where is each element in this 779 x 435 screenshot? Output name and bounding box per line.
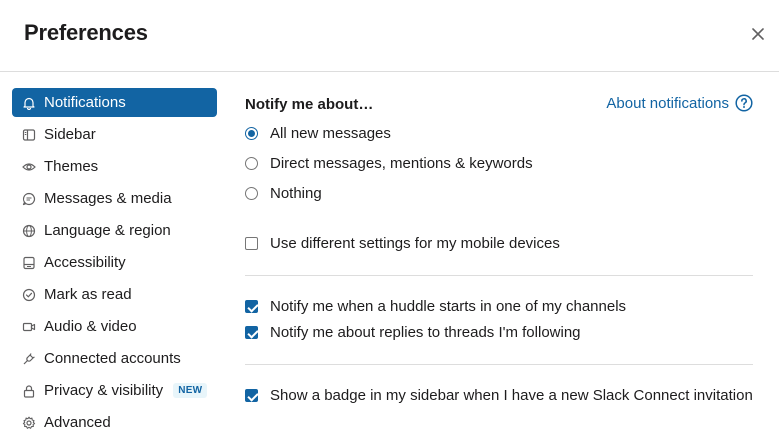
radio-label: Direct messages, mentions & keywords <box>270 155 533 172</box>
close-icon <box>752 28 764 40</box>
sidebar-item-label: Privacy & visibility <box>44 382 164 399</box>
notify-option-all[interactable]: All new messages <box>245 125 391 142</box>
notify-option-nothing[interactable]: Nothing <box>245 185 322 202</box>
sidebar-item-label: Sidebar <box>44 126 96 143</box>
radio-direct-mentions-keywords[interactable] <box>245 157 258 170</box>
checkbox-label: Use different settings for my mobile dev… <box>270 235 560 252</box>
divider <box>245 275 753 276</box>
globe-icon <box>22 224 36 238</box>
message-icon <box>22 192 36 206</box>
badge-setting-row[interactable]: Show a badge in my sidebar when I have a… <box>245 387 753 404</box>
about-notifications-label: About notifications <box>606 94 729 112</box>
sidebar-item-label: Audio & video <box>44 318 137 335</box>
sidebar-item-language-region[interactable]: Language & region <box>12 216 217 245</box>
sidebar-item-label: Language & region <box>44 222 171 239</box>
sidebar-item-messages-media[interactable]: Messages & media <box>12 184 217 213</box>
page-title: Preferences <box>24 20 148 45</box>
radio-label: All new messages <box>270 125 391 142</box>
sidebar-item-connected-accounts[interactable]: Connected accounts <box>12 344 217 373</box>
close-button[interactable] <box>744 20 772 48</box>
checkbox-label: Show a badge in my sidebar when I have a… <box>270 387 753 404</box>
preferences-sidebar: Notifications Sidebar Themes Messages & … <box>12 88 217 435</box>
lock-icon <box>22 384 36 398</box>
sidebar-item-advanced[interactable]: Advanced <box>12 408 217 435</box>
gear-icon <box>22 416 36 430</box>
sidebar-item-label: Mark as read <box>44 286 132 303</box>
about-notifications-link[interactable]: About notifications <box>606 94 753 112</box>
sidebar-item-privacy-visibility[interactable]: Privacy & visibility NEW <box>12 376 217 405</box>
sidebar-item-sidebar[interactable]: Sidebar <box>12 120 217 149</box>
bell-icon <box>22 96 36 110</box>
huddle-setting-row[interactable]: Notify me when a huddle starts in one of… <box>245 298 626 315</box>
mobile-setting-row[interactable]: Use different settings for my mobile dev… <box>245 235 560 252</box>
plug-icon <box>22 352 36 366</box>
sidebar-item-label: Notifications <box>44 94 126 111</box>
radio-label: Nothing <box>270 185 322 202</box>
sidebar-item-label: Accessibility <box>44 254 126 271</box>
threads-checkbox[interactable] <box>245 326 258 339</box>
sidebar-item-label: Themes <box>44 158 99 175</box>
help-circle-icon <box>735 94 753 112</box>
check-circle-icon <box>22 288 36 302</box>
notify-option-direct[interactable]: Direct messages, mentions & keywords <box>245 155 533 172</box>
sidebar-item-label: Connected accounts <box>44 350 181 367</box>
sidebar-item-label: Messages & media <box>44 190 172 207</box>
new-badge: NEW <box>173 383 208 398</box>
checkbox-label: Notify me about replies to threads I'm f… <box>270 324 581 341</box>
threads-setting-row[interactable]: Notify me about replies to threads I'm f… <box>245 324 581 341</box>
mobile-settings-checkbox[interactable] <box>245 237 258 250</box>
sidebar-item-mark-as-read[interactable]: Mark as read <box>12 280 217 309</box>
video-icon <box>22 320 36 334</box>
sidebar-item-accessibility[interactable]: Accessibility <box>12 248 217 277</box>
divider <box>245 364 753 365</box>
sidebar-item-notifications[interactable]: Notifications <box>12 88 217 117</box>
accessibility-icon <box>22 256 36 270</box>
eye-icon <box>22 160 36 174</box>
radio-nothing[interactable] <box>245 187 258 200</box>
huddle-checkbox[interactable] <box>245 300 258 313</box>
sidebar-item-label: Advanced <box>44 414 111 431</box>
slack-connect-badge-checkbox[interactable] <box>245 389 258 402</box>
checkbox-label: Notify me when a huddle starts in one of… <box>270 298 627 315</box>
sidebar-item-audio-video[interactable]: Audio & video <box>12 312 217 341</box>
sidebar-item-themes[interactable]: Themes <box>12 152 217 181</box>
radio-all-new-messages[interactable] <box>245 127 258 140</box>
section-title: Notify me about… <box>245 96 374 113</box>
preferences-header: Preferences <box>0 0 779 72</box>
sidebar-icon <box>22 128 36 142</box>
